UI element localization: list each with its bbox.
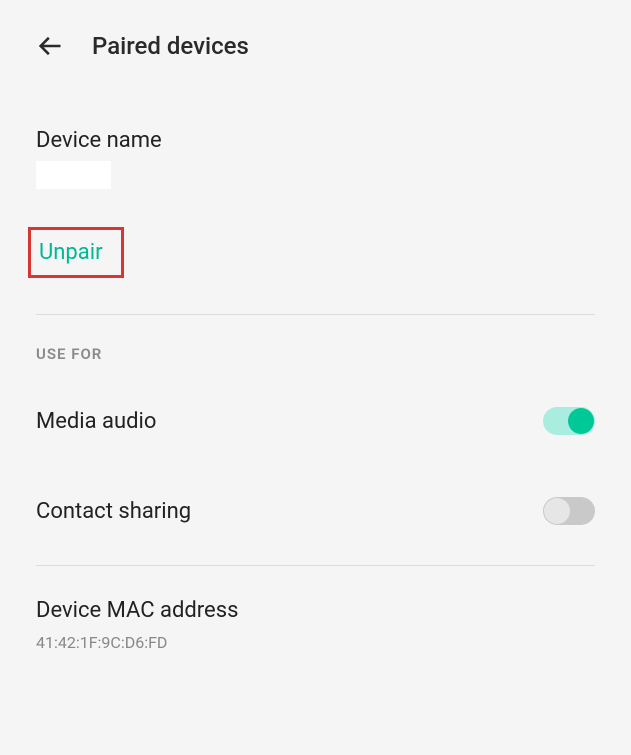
contact-sharing-row: Contact sharing (0, 475, 631, 547)
mac-label: Device MAC address (36, 598, 595, 623)
toggle-knob (544, 498, 570, 524)
mac-section: Device MAC address 41:42:1F:9C:D6:FD (0, 566, 631, 684)
mac-value: 41:42:1F:9C:D6:FD (36, 633, 595, 652)
back-icon[interactable] (36, 32, 64, 60)
unpair-button[interactable]: Unpair (39, 240, 103, 265)
device-name-section: Device name (0, 128, 631, 189)
media-audio-label: Media audio (36, 409, 156, 434)
use-for-header: USE FOR (0, 315, 631, 385)
device-name-value[interactable] (36, 161, 111, 189)
toggle-knob (568, 408, 594, 434)
unpair-section: Unpair (0, 227, 631, 314)
header: Paired devices (0, 0, 631, 80)
unpair-highlight: Unpair (28, 227, 124, 278)
media-audio-toggle[interactable] (543, 407, 595, 435)
contact-sharing-toggle[interactable] (543, 497, 595, 525)
page-title: Paired devices (92, 32, 249, 60)
settings-screen: Paired devices Device name Unpair USE FO… (0, 0, 631, 755)
device-name-label: Device name (36, 128, 595, 153)
media-audio-row: Media audio (0, 385, 631, 457)
contact-sharing-label: Contact sharing (36, 499, 191, 524)
